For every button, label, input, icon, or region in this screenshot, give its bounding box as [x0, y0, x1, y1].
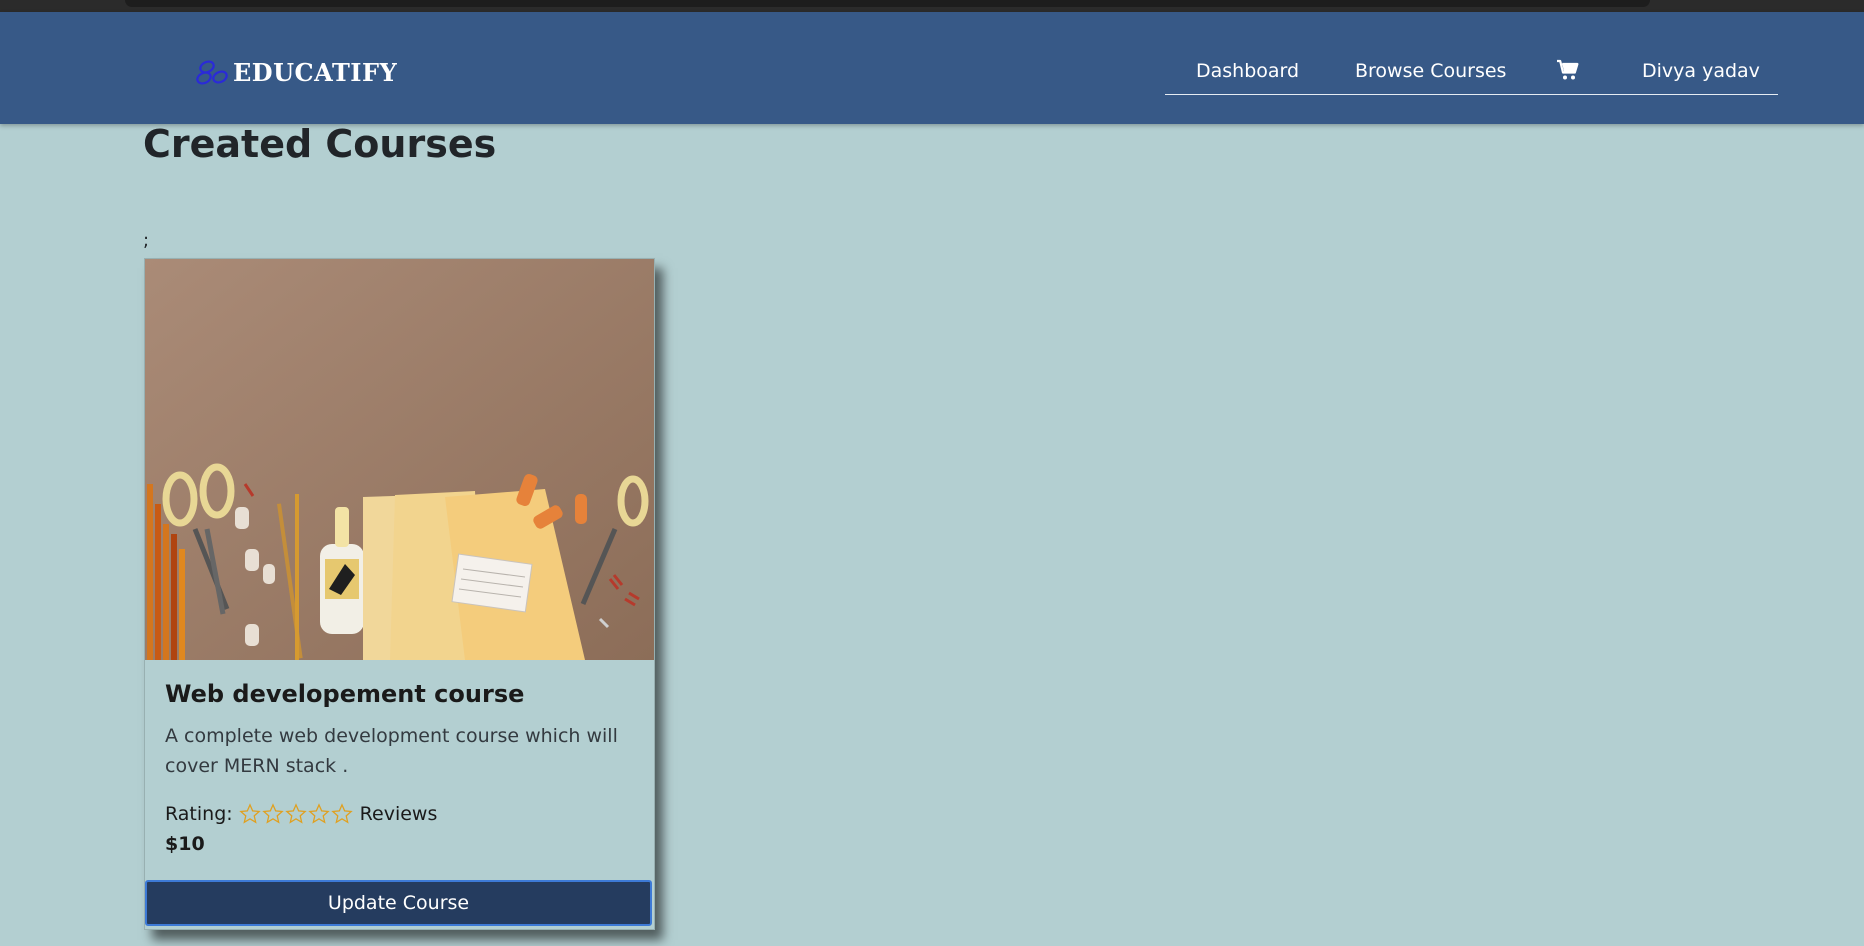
browser-bar [125, 0, 1650, 7]
course-description: A complete web development course which … [165, 725, 618, 777]
update-course-button[interactable]: Update Course [145, 880, 652, 926]
page-title: Created Courses [143, 122, 497, 166]
reviews-label[interactable]: Reviews [360, 803, 438, 825]
brand[interactable]: EDUCATIFY [195, 52, 397, 92]
stationery-photo [145, 259, 654, 660]
star-icon [284, 803, 307, 824]
navbar: EDUCATIFY Dashboard Browse Courses Divya… [0, 12, 1864, 124]
course-image [145, 259, 654, 660]
star-icon [238, 803, 261, 824]
star-icon [261, 803, 284, 824]
stray-text: ; [143, 230, 150, 251]
rating-row: Rating: Reviews [165, 799, 437, 829]
rating-label: Rating: [165, 803, 233, 825]
nav-links: Dashboard Browse Courses Divya yadav [1165, 52, 1778, 95]
course-card[interactable]: Web developement course A complete web d… [144, 258, 655, 930]
brand-name[interactable]: EDUCATIFY [233, 58, 397, 87]
star-icon [307, 803, 330, 824]
logo-rings-icon [196, 60, 228, 85]
course-title: Web developement course [165, 680, 525, 708]
course-price: $10 [165, 833, 205, 855]
cart-icon[interactable] [1556, 58, 1580, 82]
browser-top-strip [0, 0, 1864, 12]
nav-user[interactable]: Divya yadav [1642, 60, 1760, 82]
rating-stars [238, 803, 354, 825]
nav-browse-courses[interactable]: Browse Courses [1355, 60, 1506, 82]
nav-dashboard[interactable]: Dashboard [1196, 60, 1299, 82]
star-icon [330, 803, 353, 824]
